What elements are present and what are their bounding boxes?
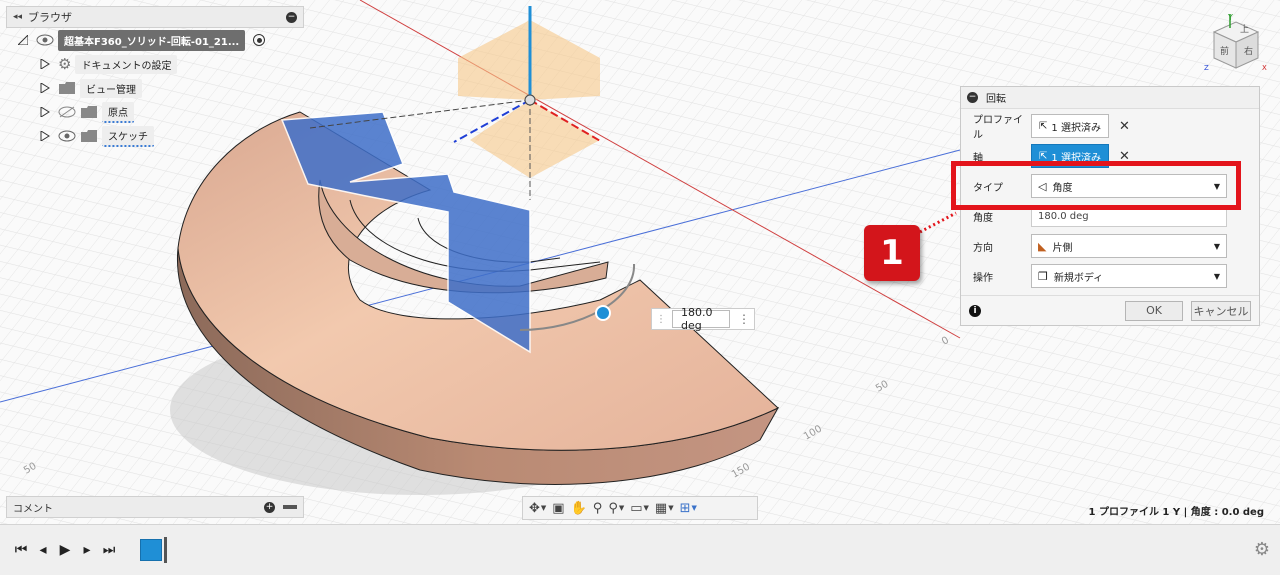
eye-icon[interactable] [36, 34, 54, 46]
viewcube-x-label: X [1262, 64, 1267, 72]
step-forward-icon[interactable]: ▸ [76, 539, 98, 561]
operation-row: 操作 ❒ 新規ボディ ▼ [961, 263, 1261, 289]
browser-title: ブラウザ [28, 11, 73, 24]
look-at-icon[interactable]: ▣ [550, 498, 566, 518]
operation-value: 新規ボディ [1053, 272, 1104, 284]
zoom-window-icon[interactable]: ⚲ ▼ [606, 498, 626, 518]
play-icon[interactable]: ▶ [54, 539, 76, 561]
go-to-end-icon[interactable]: ⏭ [98, 539, 120, 561]
profile-select-button[interactable]: ⇱ 1 選択済み [1031, 114, 1109, 138]
view-cube[interactable]: Y 上 前 右 Z X [1200, 10, 1270, 74]
highlight-box [951, 161, 1241, 210]
ok-button[interactable]: OK [1125, 300, 1183, 321]
operation-dropdown[interactable]: ❒ 新規ボディ ▼ [1031, 264, 1227, 288]
profile-label: プロファイル [973, 115, 1023, 141]
add-comment-icon[interactable]: + [264, 501, 275, 513]
tree-item-sketch[interactable]: スケッチ [6, 124, 304, 148]
minimize-icon[interactable]: − [286, 11, 297, 23]
orbit-icon[interactable]: ✥ ▼ [527, 498, 548, 518]
display-settings-icon[interactable]: ▭ ▼ [628, 498, 651, 518]
viewcube-top-label: 上 [1240, 24, 1249, 35]
viewports-icon[interactable]: ⊞ ▼ [678, 498, 699, 518]
folder-icon [81, 130, 97, 142]
gear-icon: ⚙ [58, 55, 72, 73]
step-back-icon[interactable]: ◂ [32, 539, 54, 561]
browser-header[interactable]: ◂◂ ブラウザ − [6, 6, 304, 28]
timeline-sketch-feature[interactable] [140, 539, 162, 561]
divider-handle[interactable] [283, 505, 297, 509]
expand-triangle-icon[interactable] [18, 35, 28, 45]
activate-radio-icon[interactable] [253, 34, 266, 46]
chevron-down-icon: ▼ [1213, 241, 1220, 251]
folder-icon [81, 106, 97, 118]
status-text: 1 プロファイル 1 Y | 角度 : 0.0 deg [1088, 507, 1264, 518]
navigation-toolbar: ✥ ▼ ▣ ✋ ⚲ ⚲ ▼ ▭ ▼ ▦ ▼ ⊞ ▼ [522, 496, 758, 520]
pan-icon[interactable]: ✋ [569, 498, 589, 518]
tree-item-label[interactable]: ドキュメントの設定 [75, 54, 178, 74]
direction-value: 片側 [1052, 242, 1073, 254]
angle-manipulator-input[interactable]: ⋮ 180.0 deg ⋮ [651, 306, 755, 332]
zoom-icon[interactable]: ⚲ [591, 498, 605, 518]
direction-label: 方向 [973, 242, 993, 254]
direction-row: 方向 ◣ 片側 ▼ [961, 233, 1261, 259]
viewcube-z-label: Z [1204, 64, 1209, 72]
eye-hidden-icon[interactable] [58, 106, 76, 118]
direction-dropdown[interactable]: ◣ 片側 ▼ [1031, 234, 1227, 258]
cursor-icon: ⇱ [1039, 150, 1048, 162]
dialog-title: 回転 [986, 94, 1006, 105]
angle-input-field[interactable]: 180.0 deg [672, 306, 730, 332]
close-icon[interactable]: ✕ [1119, 119, 1130, 134]
info-icon[interactable]: i [969, 304, 981, 317]
tree-root[interactable]: 超基本F360_ソリッド-回転-01_21... [6, 28, 304, 52]
tree-item-document-settings[interactable]: ⚙ ドキュメントの設定 [6, 52, 304, 76]
expand-triangle-icon[interactable] [40, 107, 50, 117]
tree-item-label[interactable]: スケッチ [102, 125, 154, 147]
drag-handle-icon[interactable]: ⋮ [656, 314, 666, 325]
gear-icon[interactable]: ⚙ [1254, 539, 1270, 560]
angle-label: 角度 [973, 212, 993, 224]
folder-icon [59, 82, 75, 94]
tree-item-origin[interactable]: 原点 [6, 100, 304, 124]
minimize-icon[interactable]: − [967, 92, 978, 103]
dialog-header[interactable]: − 回転 [961, 87, 1259, 109]
canvas-viewport[interactable]: 0 50 100 150 50 Y 上 前 右 Z X ◂◂ ブラウザ − 超基… [0, 0, 1280, 524]
expand-triangle-icon[interactable] [40, 59, 50, 69]
callout-badge: 1 [864, 225, 920, 281]
operation-label: 操作 [973, 272, 993, 284]
eye-icon[interactable] [58, 130, 76, 142]
profile-value: 1 選択済み [1051, 122, 1101, 134]
viewcube-right-label: 右 [1244, 45, 1253, 57]
collapse-icon[interactable]: ◂◂ [13, 12, 22, 22]
timeline: ⏮ ◂ ▶ ▸ ⏭ ⚙ [0, 524, 1280, 575]
cursor-icon: ⇱ [1039, 120, 1048, 132]
direction-icon: ◣ [1038, 239, 1047, 253]
tree-item-label[interactable]: ビュー管理 [80, 78, 142, 98]
timeline-marker[interactable] [164, 537, 167, 563]
profile-row: プロファイル ⇱ 1 選択済み ✕ [961, 113, 1261, 141]
comment-panel[interactable]: コメント + [6, 496, 304, 518]
dialog-footer: i OK キャンセル [961, 295, 1259, 325]
more-options-icon[interactable]: ⋮ [738, 312, 750, 326]
chevron-down-icon: ▼ [1213, 271, 1220, 281]
expand-triangle-icon[interactable] [40, 131, 50, 141]
go-to-start-icon[interactable]: ⏮ [10, 539, 32, 561]
grid-icon[interactable]: ▦ ▼ [653, 498, 676, 518]
document-root-label[interactable]: 超基本F360_ソリッド-回転-01_21... [58, 29, 246, 51]
comment-title: コメント [13, 503, 53, 515]
expand-triangle-icon[interactable] [40, 83, 50, 93]
viewcube-y-label: Y [1227, 13, 1233, 22]
new-body-icon: ❒ [1038, 269, 1048, 283]
cancel-button[interactable]: キャンセル [1191, 300, 1251, 321]
tree-item-label[interactable]: 原点 [102, 101, 134, 123]
viewcube-front-label: 前 [1220, 45, 1229, 57]
browser-panel: ◂◂ ブラウザ − 超基本F360_ソリッド-回転-01_21... ⚙ ドキュ… [6, 6, 304, 148]
tree-item-view-management[interactable]: ビュー管理 [6, 76, 304, 100]
